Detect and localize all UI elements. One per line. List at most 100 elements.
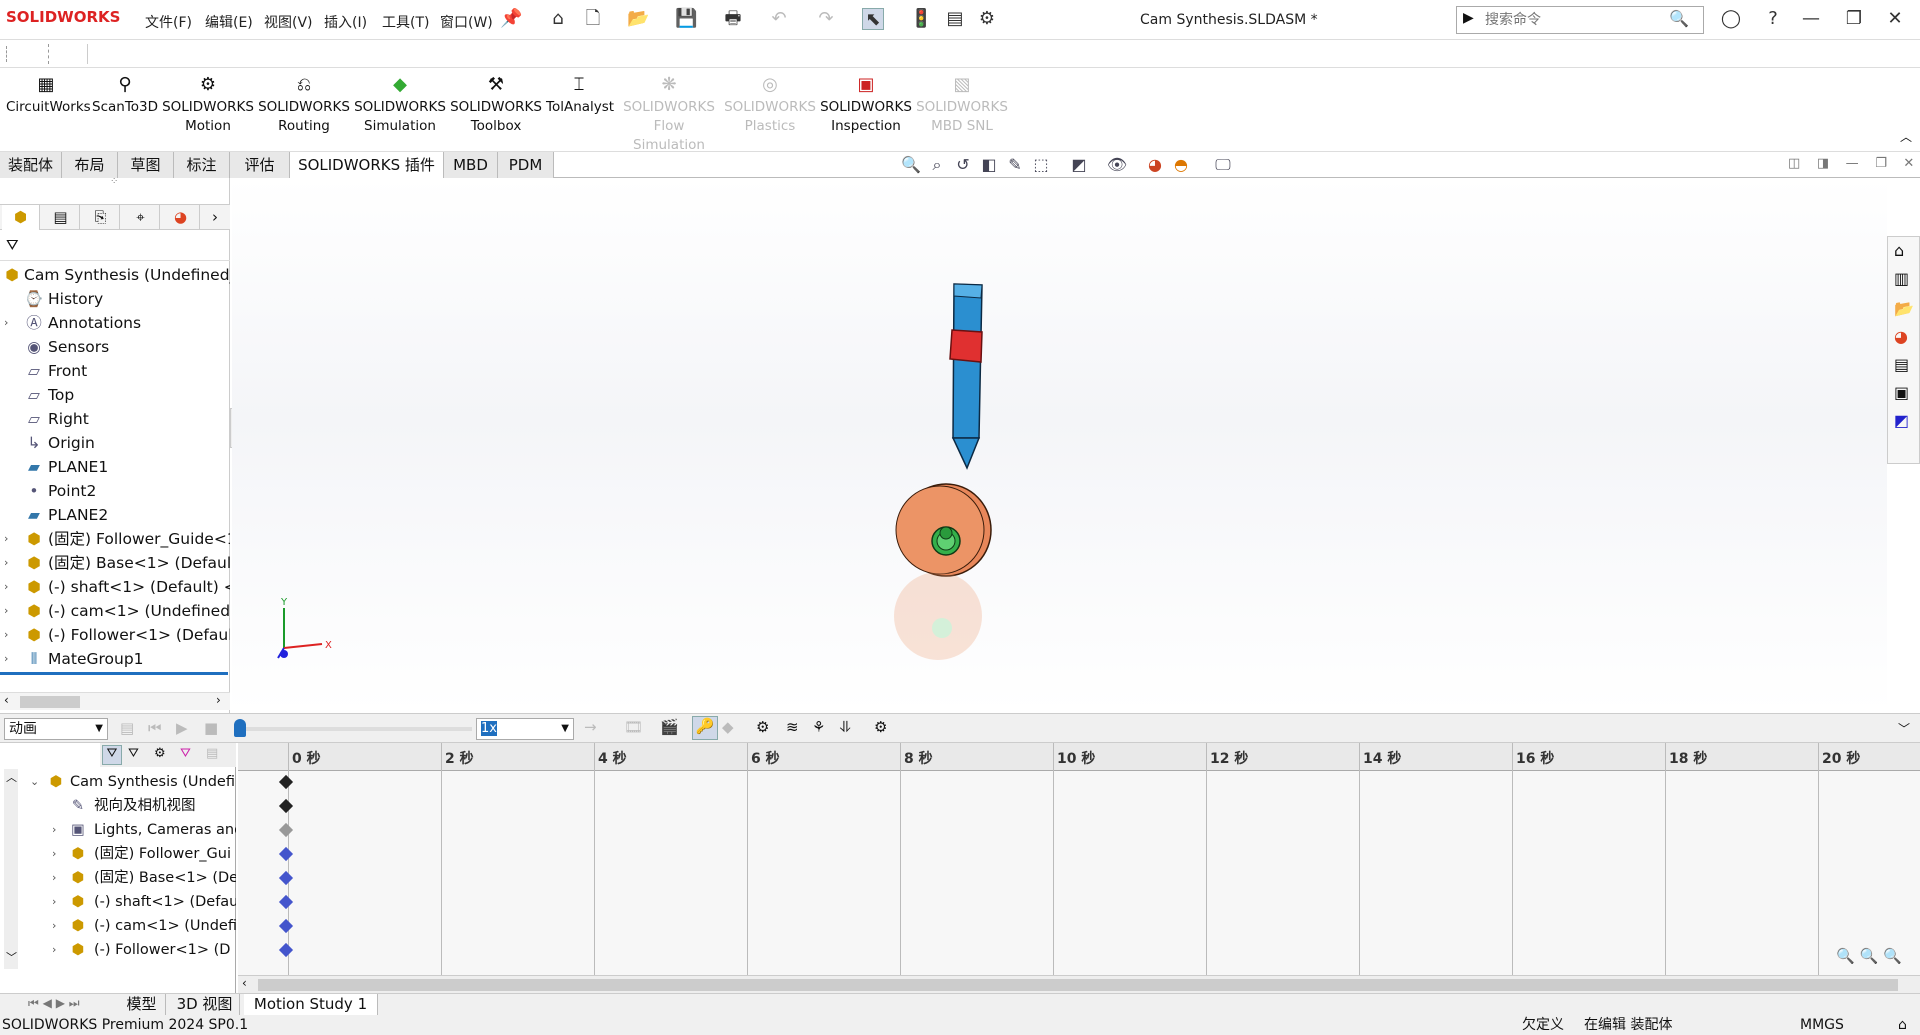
collapse-ribbon-icon[interactable]: ︿	[1900, 128, 1912, 145]
tree-item-plane2[interactable]: ▰ PLANE2	[0, 504, 230, 526]
expand-arrow-icon[interactable]: ›	[4, 576, 8, 598]
tree-item-mategroup[interactable]: › ⦀ MateGroup1	[0, 648, 230, 670]
tree-item-origin[interactable]: ↳ Origin	[0, 432, 230, 454]
scroll-up-icon[interactable]: ︿	[6, 769, 17, 785]
scroll-left-icon[interactable]: ‹	[4, 693, 9, 707]
addin-plastics[interactable]: ◎ SOLIDWORKS Plastics	[724, 74, 816, 136]
rebuild-icon[interactable]: 🚦	[910, 8, 932, 30]
first-tab-icon[interactable]: ⏮	[28, 996, 39, 1010]
expand-arrow-icon[interactable]: ›	[4, 552, 8, 574]
tree-item-top[interactable]: ▱ Top	[0, 384, 230, 406]
tree-item-shaft[interactable]: ›⬢(-) shaft<1> (Default) <<l	[0, 576, 230, 598]
autokey-icon[interactable]: 🔑	[692, 716, 718, 740]
spring-icon[interactable]: ≋	[786, 718, 799, 736]
motor-icon[interactable]: ⚙	[756, 718, 769, 736]
expand-arrow-icon[interactable]: ›	[52, 867, 56, 889]
expand-arrow-icon[interactable]: ›	[52, 915, 56, 937]
save-icon[interactable]: 💾	[675, 8, 697, 30]
play-icon[interactable]: ▶	[176, 719, 188, 737]
motion-tree-view-camera[interactable]: ✎ 视向及相机视图	[28, 795, 236, 817]
expand-arrow-icon[interactable]: ›	[4, 312, 8, 334]
motion-tree-root[interactable]: ⌄ ⬢ Cam Synthesis (Undefi	[28, 771, 236, 793]
edit-appearance-icon[interactable]: ◕	[1144, 154, 1166, 176]
solidworks-forum-icon[interactable]: ◩	[1894, 411, 1909, 430]
tree-item-base[interactable]: › ⬢ (固定) Base<1> (Default)	[0, 552, 230, 574]
timeline-scrollbar[interactable]: ‹	[238, 975, 1920, 993]
tab-motion-study-1[interactable]: Motion Study 1	[244, 994, 378, 1016]
status-units[interactable]: MMGS	[1800, 1015, 1844, 1035]
minimize-icon[interactable]: —	[1800, 8, 1822, 30]
resources-home-icon[interactable]: ⌂	[1894, 241, 1904, 260]
feature-tree-tab-icon[interactable]: ⬢	[2, 205, 40, 230]
playback-slider-thumb[interactable]	[234, 719, 246, 737]
graphics-area[interactable]: Y X	[232, 178, 1887, 713]
menu-edit[interactable]: 编辑(E)	[205, 12, 253, 32]
next-tab-icon[interactable]: ▶	[56, 996, 65, 1010]
file-explorer-icon[interactable]: 📂	[1894, 299, 1914, 318]
pin-icon[interactable]: 📌	[500, 8, 522, 30]
expand-arrow-icon[interactable]: ›	[4, 624, 8, 646]
timeline-grid[interactable]: 0 秒2 秒4 秒6 秒8 秒 10 秒 12 秒 14 秒 16 秒 18 秒 20 秒 …	[238, 743, 1920, 975]
prev-tab-icon[interactable]: ◀	[43, 996, 52, 1010]
redo-icon[interactable]: ↷	[815, 8, 837, 30]
tree-item-follower[interactable]: › ⬢ (-) Follower<1> (Default)	[0, 624, 230, 646]
new-document-icon[interactable]: 🗋	[582, 8, 604, 30]
zoom-to-fit-icon[interactable]: 🔍	[900, 154, 922, 176]
addin-flow-simulation[interactable]: ❋ SOLIDWORKS Flow Simulation	[616, 74, 722, 155]
tree-item-history[interactable]: ⌚ History	[0, 288, 230, 310]
expand-arrow-icon[interactable]: ›	[4, 648, 8, 670]
addin-circuitworks[interactable]: ▦ CircuitWorks	[6, 74, 91, 117]
playback-mode-icon[interactable]: →	[584, 718, 597, 736]
study-type-select[interactable]: 动画 ▼	[4, 718, 108, 740]
motion-tree-follower-guide[interactable]: › ⬢ (固定) Follower_Gui	[28, 843, 236, 865]
more-tabs-icon[interactable]: ›	[212, 205, 218, 230]
dimxpert-tab-icon[interactable]: ⌖	[122, 205, 160, 230]
expand-arrow-icon[interactable]: ›	[52, 939, 56, 961]
keyframe-diamond[interactable]	[278, 846, 294, 862]
menu-file[interactable]: 文件(F)	[145, 12, 192, 32]
tab-mbd[interactable]: MBD	[444, 152, 498, 178]
contact-icon[interactable]: ⚘	[812, 718, 825, 736]
scroll-right-icon[interactable]: ›	[216, 693, 221, 707]
zoom-in-timeline-icon[interactable]: 🔍	[1859, 947, 1878, 965]
shaft-part[interactable]	[931, 526, 961, 556]
menu-insert[interactable]: 插入(I)	[324, 12, 367, 32]
print-icon[interactable]: 🖶	[722, 8, 744, 30]
dynamic-annotation-icon[interactable]: ✎	[1004, 154, 1026, 176]
tree-item-cam[interactable]: › ⬢ (-) cam<1> (Undefined_C	[0, 600, 230, 622]
view-palette-icon[interactable]: ▣	[1894, 383, 1909, 402]
add-key-icon[interactable]: ◆	[722, 718, 734, 736]
last-tab-icon[interactable]: ⏭	[69, 996, 80, 1010]
search-input[interactable]	[1485, 11, 1665, 29]
stop-icon[interactable]: ■	[204, 719, 218, 737]
expand-arrow-icon[interactable]: ›	[4, 600, 8, 622]
menu-window[interactable]: 窗口(W)	[440, 12, 493, 32]
design-library-icon[interactable]: ▥	[1894, 269, 1909, 288]
tree-item-root[interactable]: ⬢ Cam Synthesis (Undefined_C	[0, 264, 230, 286]
expand-arrow-icon[interactable]: ›	[4, 528, 8, 550]
auto-fit-icon[interactable]: ▤	[206, 746, 218, 761]
search-icon[interactable]: 🔍	[1669, 9, 1689, 28]
previous-view-icon[interactable]: ↺	[952, 154, 974, 176]
close-icon[interactable]: ✕	[1884, 8, 1906, 30]
addin-toolbox[interactable]: ⚒ SOLIDWORKS Toolbox	[450, 74, 542, 136]
expand-arrow-icon[interactable]: ›	[52, 843, 56, 865]
animation-wizard-icon[interactable]: 🎬	[660, 718, 679, 736]
tree-item-annotations[interactable]: › Ⓐ Annotations	[0, 312, 230, 334]
user-icon[interactable]: ◯	[1720, 8, 1742, 30]
horizontal-scrollbar[interactable]: ‹ ›	[0, 692, 230, 710]
tab-addins[interactable]: SOLIDWORKS 插件	[290, 152, 444, 178]
rollback-bar[interactable]	[0, 672, 228, 675]
status-options-icon[interactable]: ⌂	[1898, 1015, 1907, 1035]
play-from-start-icon[interactable]: ⏮	[148, 719, 162, 737]
help-icon[interactable]: ?	[1762, 8, 1784, 30]
scroll-left-icon[interactable]: ‹	[242, 976, 247, 990]
scroll-down-icon[interactable]: ﹀	[6, 949, 17, 965]
timeline-scroll-thumb[interactable]	[258, 979, 1898, 991]
section-view-icon[interactable]: ◧	[978, 154, 1000, 176]
tree-item-right[interactable]: ▱ Right	[0, 408, 230, 430]
filter-icon[interactable]: ⛛	[6, 236, 19, 254]
motion-study-properties-icon[interactable]: ⚙	[874, 718, 887, 736]
keyframe-diamond[interactable]	[278, 774, 294, 790]
addin-motion[interactable]: ⚙ SOLIDWORKS Motion	[162, 74, 254, 136]
